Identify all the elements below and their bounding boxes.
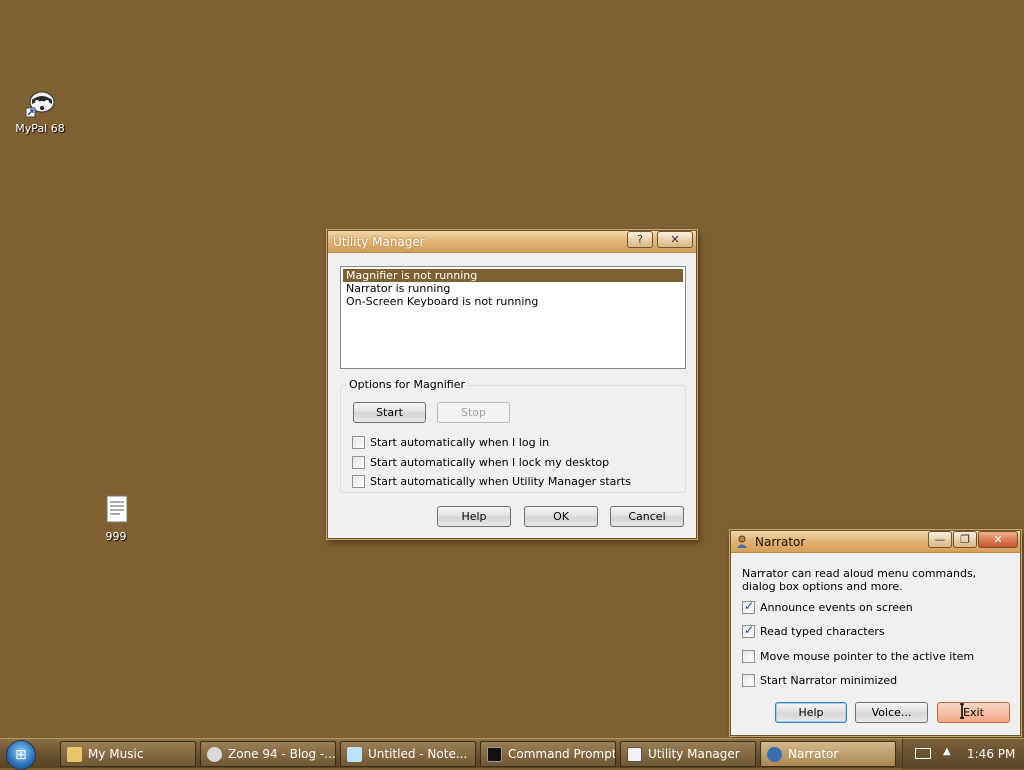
taskbar-item-my-music[interactable]: My Music — [60, 741, 196, 767]
show-hidden-icons-icon[interactable]: ▲ — [943, 746, 951, 757]
checkbox-lock-desktop[interactable]: Start automatically when I lock my deskt… — [352, 455, 609, 469]
desktop-icon-label: MyPal 68 — [15, 122, 65, 135]
notepad-icon — [347, 746, 362, 762]
taskbar-item-label: Utility Manager — [648, 747, 740, 761]
list-item[interactable]: Magnifier is not running — [343, 269, 683, 282]
clock[interactable]: 1:46 PM — [967, 747, 1015, 761]
checkbox-box[interactable] — [742, 599, 755, 614]
narrator-icon — [767, 746, 782, 762]
list-item[interactable]: On-Screen Keyboard is not running — [343, 295, 683, 308]
start-button[interactable]: Start — [353, 402, 426, 423]
checkbox-label: Start automatically when Utility Manager… — [370, 474, 631, 488]
help-button[interactable]: Help — [437, 506, 511, 527]
taskbar-item-label: My Music — [88, 747, 144, 761]
text-file-icon — [98, 494, 134, 526]
desktop-icon-mypal[interactable]: MyPal 68 — [0, 86, 80, 135]
checkbox-label: Start automatically when I log in — [370, 435, 550, 449]
stop-button[interactable]: Stop — [437, 402, 510, 423]
checkbox-label: Announce events on screen — [760, 600, 913, 614]
checkbox-label: Move mouse pointer to the active item — [760, 649, 975, 663]
utility-manager-window: Utility Manager ? ✕ Magnifier is not run… — [327, 230, 697, 539]
checkbox-read-typed[interactable]: Read typed characters — [742, 623, 885, 638]
start-button[interactable]: ⊞ — [6, 740, 36, 770]
utility-manager-titlebar[interactable]: Utility Manager ? ✕ — [328, 231, 696, 253]
keyboard-icon[interactable] — [915, 748, 931, 759]
close-caption-button[interactable]: ✕ — [657, 231, 693, 248]
checkbox-announce-events[interactable]: Announce events on screen — [742, 599, 913, 614]
minimize-caption-button[interactable]: — — [928, 531, 952, 548]
checkbox-box[interactable] — [352, 435, 365, 449]
list-item[interactable]: Narrator is running — [343, 282, 683, 295]
narrator-window: Narrator — ❐ ✕ Narrator can read aloud m… — [730, 530, 1021, 736]
utility-icon — [627, 746, 642, 762]
desktop-icon-999[interactable]: 999 — [76, 494, 156, 543]
taskbar-item-narrator[interactable]: Narrator — [760, 741, 896, 767]
taskbar: ⊞ My Music Zone 94 - Blog -... Untitled … — [0, 738, 1024, 770]
window-title: Narrator — [755, 535, 806, 549]
cmd-icon — [487, 746, 502, 762]
checkbox-utility-manager-starts[interactable]: Start automatically when Utility Manager… — [352, 474, 631, 488]
browser-icon — [207, 746, 222, 762]
voice-button[interactable]: Voice... — [855, 702, 928, 723]
utilities-list[interactable]: Magnifier is not running Narrator is run… — [340, 266, 686, 369]
desktop-icon-label: 999 — [105, 530, 127, 543]
checkbox-box[interactable] — [352, 474, 365, 488]
narrator-titlebar[interactable]: Narrator — ❐ ✕ — [731, 531, 1020, 553]
help-caption-button[interactable]: ? — [627, 231, 653, 248]
taskbar-item-label: Narrator — [788, 747, 839, 761]
mouse-cursor-icon — [958, 702, 972, 722]
maximize-caption-button[interactable]: ❐ — [953, 531, 977, 548]
checkbox-start-minimized[interactable]: Start Narrator minimized — [742, 673, 897, 687]
close-caption-button[interactable]: ✕ — [978, 531, 1018, 548]
taskbar-item-utility-manager[interactable]: Utility Manager — [620, 741, 756, 767]
window-title: Utility Manager — [333, 235, 425, 249]
taskbar-item-label: Command Prompt — [508, 747, 616, 761]
taskbar-item-notepad[interactable]: Untitled - Note... — [340, 741, 476, 767]
options-group-label: Options for Magnifier — [347, 378, 468, 391]
cancel-button[interactable]: Cancel — [610, 506, 684, 527]
taskbar-item-zone94[interactable]: Zone 94 - Blog -... — [200, 741, 336, 767]
raccoon-icon — [22, 86, 58, 118]
narrator-app-icon — [735, 534, 750, 549]
checkbox-box[interactable] — [742, 673, 755, 687]
narrator-description: Narrator can read aloud menu commands, d… — [742, 567, 977, 593]
checkbox-label: Start Narrator minimized — [760, 673, 898, 687]
checkbox-login[interactable]: Start automatically when I log in — [352, 435, 549, 449]
checkbox-box[interactable] — [742, 623, 755, 638]
checkbox-box[interactable] — [742, 649, 755, 663]
windows-logo-icon: ⊞ — [15, 747, 27, 763]
checkbox-box[interactable] — [352, 455, 365, 469]
folder-icon — [67, 746, 82, 762]
help-button[interactable]: Help — [775, 702, 847, 723]
options-group: Options for Magnifier Start Stop Start a… — [340, 378, 686, 493]
taskbar-item-label: Zone 94 - Blog -... — [228, 747, 336, 761]
exit-button[interactable]: Exit — [937, 702, 1010, 723]
checkbox-move-pointer[interactable]: Move mouse pointer to the active item — [742, 649, 974, 663]
checkbox-label: Read typed characters — [760, 624, 885, 638]
checkbox-label: Start automatically when I lock my deskt… — [370, 455, 610, 469]
ok-button[interactable]: OK — [524, 506, 598, 527]
system-tray: ▲ 1:46 PM — [902, 739, 1024, 769]
taskbar-item-label: Untitled - Note... — [368, 747, 468, 761]
taskbar-item-command-prompt[interactable]: Command Prompt — [480, 741, 616, 767]
